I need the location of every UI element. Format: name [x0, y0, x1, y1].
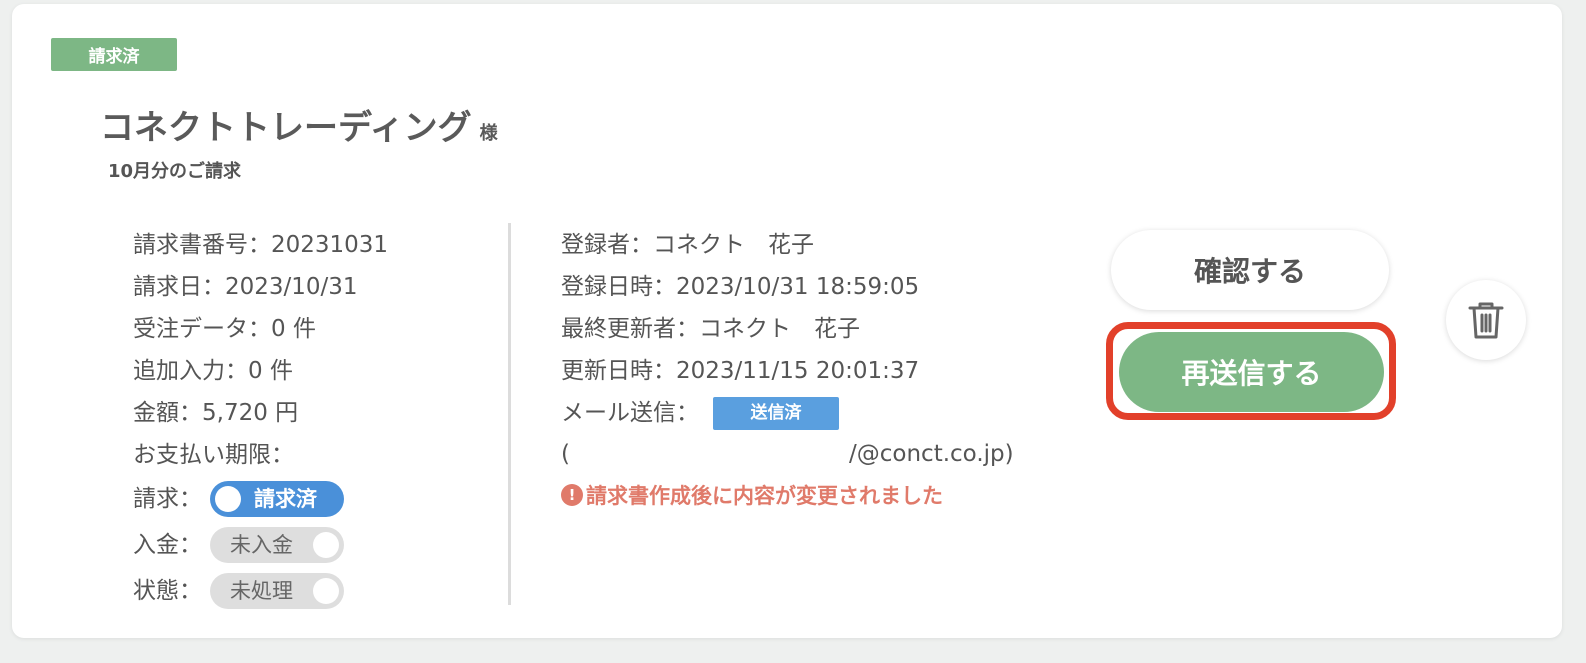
registered-at-row: 登録日時： 2023/10/31 18:59:05: [561, 266, 1081, 308]
mail-sent-badge: 送信済: [713, 396, 839, 430]
delete-button[interactable]: [1446, 280, 1526, 360]
invoice-card: 請求済 コネクトトレーディング様 10月分のご請求 請求書番号： 20231031…: [12, 4, 1562, 638]
last-updater-label: 最終更新者：: [561, 316, 699, 342]
updated-at-label: 更新日時：: [561, 358, 676, 384]
billing-toggle[interactable]: 請求済: [210, 481, 344, 517]
toggle-knob: [313, 578, 339, 604]
amount-value: 5,720 円: [202, 400, 299, 426]
payment-toggle[interactable]: 未入金: [210, 527, 344, 563]
payment-row: 入金： 未入金: [133, 522, 509, 568]
registrant-value: コネクト 花子: [653, 232, 814, 258]
state-toggle-label: 未処理: [230, 579, 293, 603]
invoice-number-row: 請求書番号： 20231031: [133, 224, 509, 266]
resend-button[interactable]: 再送信する: [1119, 332, 1384, 412]
toggle-knob: [215, 486, 241, 512]
billing-row: 請求： 請求済: [133, 476, 509, 522]
invoice-date-value: 2023/10/31: [225, 274, 358, 300]
confirm-button[interactable]: 確認する: [1111, 230, 1389, 310]
registrant-row: 登録者： コネクト 花子: [561, 224, 1081, 266]
column-divider: [508, 223, 511, 605]
mail-label: メール送信：: [561, 400, 699, 426]
toggle-knob: [313, 532, 339, 558]
registered-at-label: 登録日時：: [561, 274, 676, 300]
trash-icon: [1468, 302, 1504, 339]
state-row: 状態： 未処理: [133, 568, 509, 614]
registered-at-value: 2023/10/31 18:59:05: [676, 274, 920, 300]
record-meta: 登録者： コネクト 花子 登録日時： 2023/10/31 18:59:05 最終更…: [561, 224, 1081, 510]
billing-label: 請求：: [133, 486, 202, 512]
orders-row: 受注データ： 0 件: [133, 308, 509, 350]
change-warning: ! 請求書作成後に内容が変更されました: [561, 480, 1081, 510]
email-open-paren: (: [561, 441, 570, 467]
status-badge: 請求済: [51, 38, 177, 71]
client-suffix: 様: [479, 123, 498, 144]
invoice-details: 請求書番号： 20231031 請求日： 2023/10/31 受注データ： 0 件 …: [133, 224, 509, 614]
mail-row: メール送信： 送信済: [561, 392, 1081, 434]
invoice-number-label: 請求書番号：: [133, 232, 271, 258]
last-updater-value: コネクト 花子: [699, 316, 860, 342]
invoice-date-row: 請求日： 2023/10/31: [133, 266, 509, 308]
email-domain: /@conct.co.jp): [849, 441, 1014, 467]
amount-row: 金額： 5,720 円: [133, 392, 509, 434]
email-address: ( /@conct.co.jp): [561, 434, 1081, 474]
updated-at-row: 更新日時： 2023/11/15 20:01:37: [561, 350, 1081, 392]
state-label: 状態：: [133, 578, 202, 604]
due-date-label: お支払い期限：: [133, 442, 294, 468]
registrant-label: 登録者：: [561, 232, 653, 258]
amount-label: 金額：: [133, 400, 202, 426]
additional-row: 追加入力： 0 件: [133, 350, 509, 392]
invoice-subtitle: 10月分のご請求: [108, 161, 242, 182]
orders-label: 受注データ：: [133, 316, 271, 342]
additional-label: 追加入力：: [133, 358, 248, 384]
client-name: コネクトトレーディング様: [100, 100, 498, 149]
due-date-row: お支払い期限：: [133, 434, 509, 476]
exclamation-icon: !: [561, 484, 583, 506]
additional-value: 0 件: [248, 358, 293, 384]
updated-at-value: 2023/11/15 20:01:37: [676, 358, 920, 384]
invoice-date-label: 請求日：: [133, 274, 225, 300]
client-name-text: コネクトトレーディング: [100, 108, 472, 148]
last-updater-row: 最終更新者： コネクト 花子: [561, 308, 1081, 350]
billing-toggle-label: 請求済: [254, 487, 317, 511]
invoice-number-value: 20231031: [271, 232, 389, 258]
orders-value: 0 件: [271, 316, 316, 342]
warning-text: 請求書作成後に内容が変更されました: [586, 484, 943, 508]
payment-toggle-label: 未入金: [230, 533, 293, 557]
payment-label: 入金：: [133, 532, 202, 558]
state-toggle[interactable]: 未処理: [210, 573, 344, 609]
